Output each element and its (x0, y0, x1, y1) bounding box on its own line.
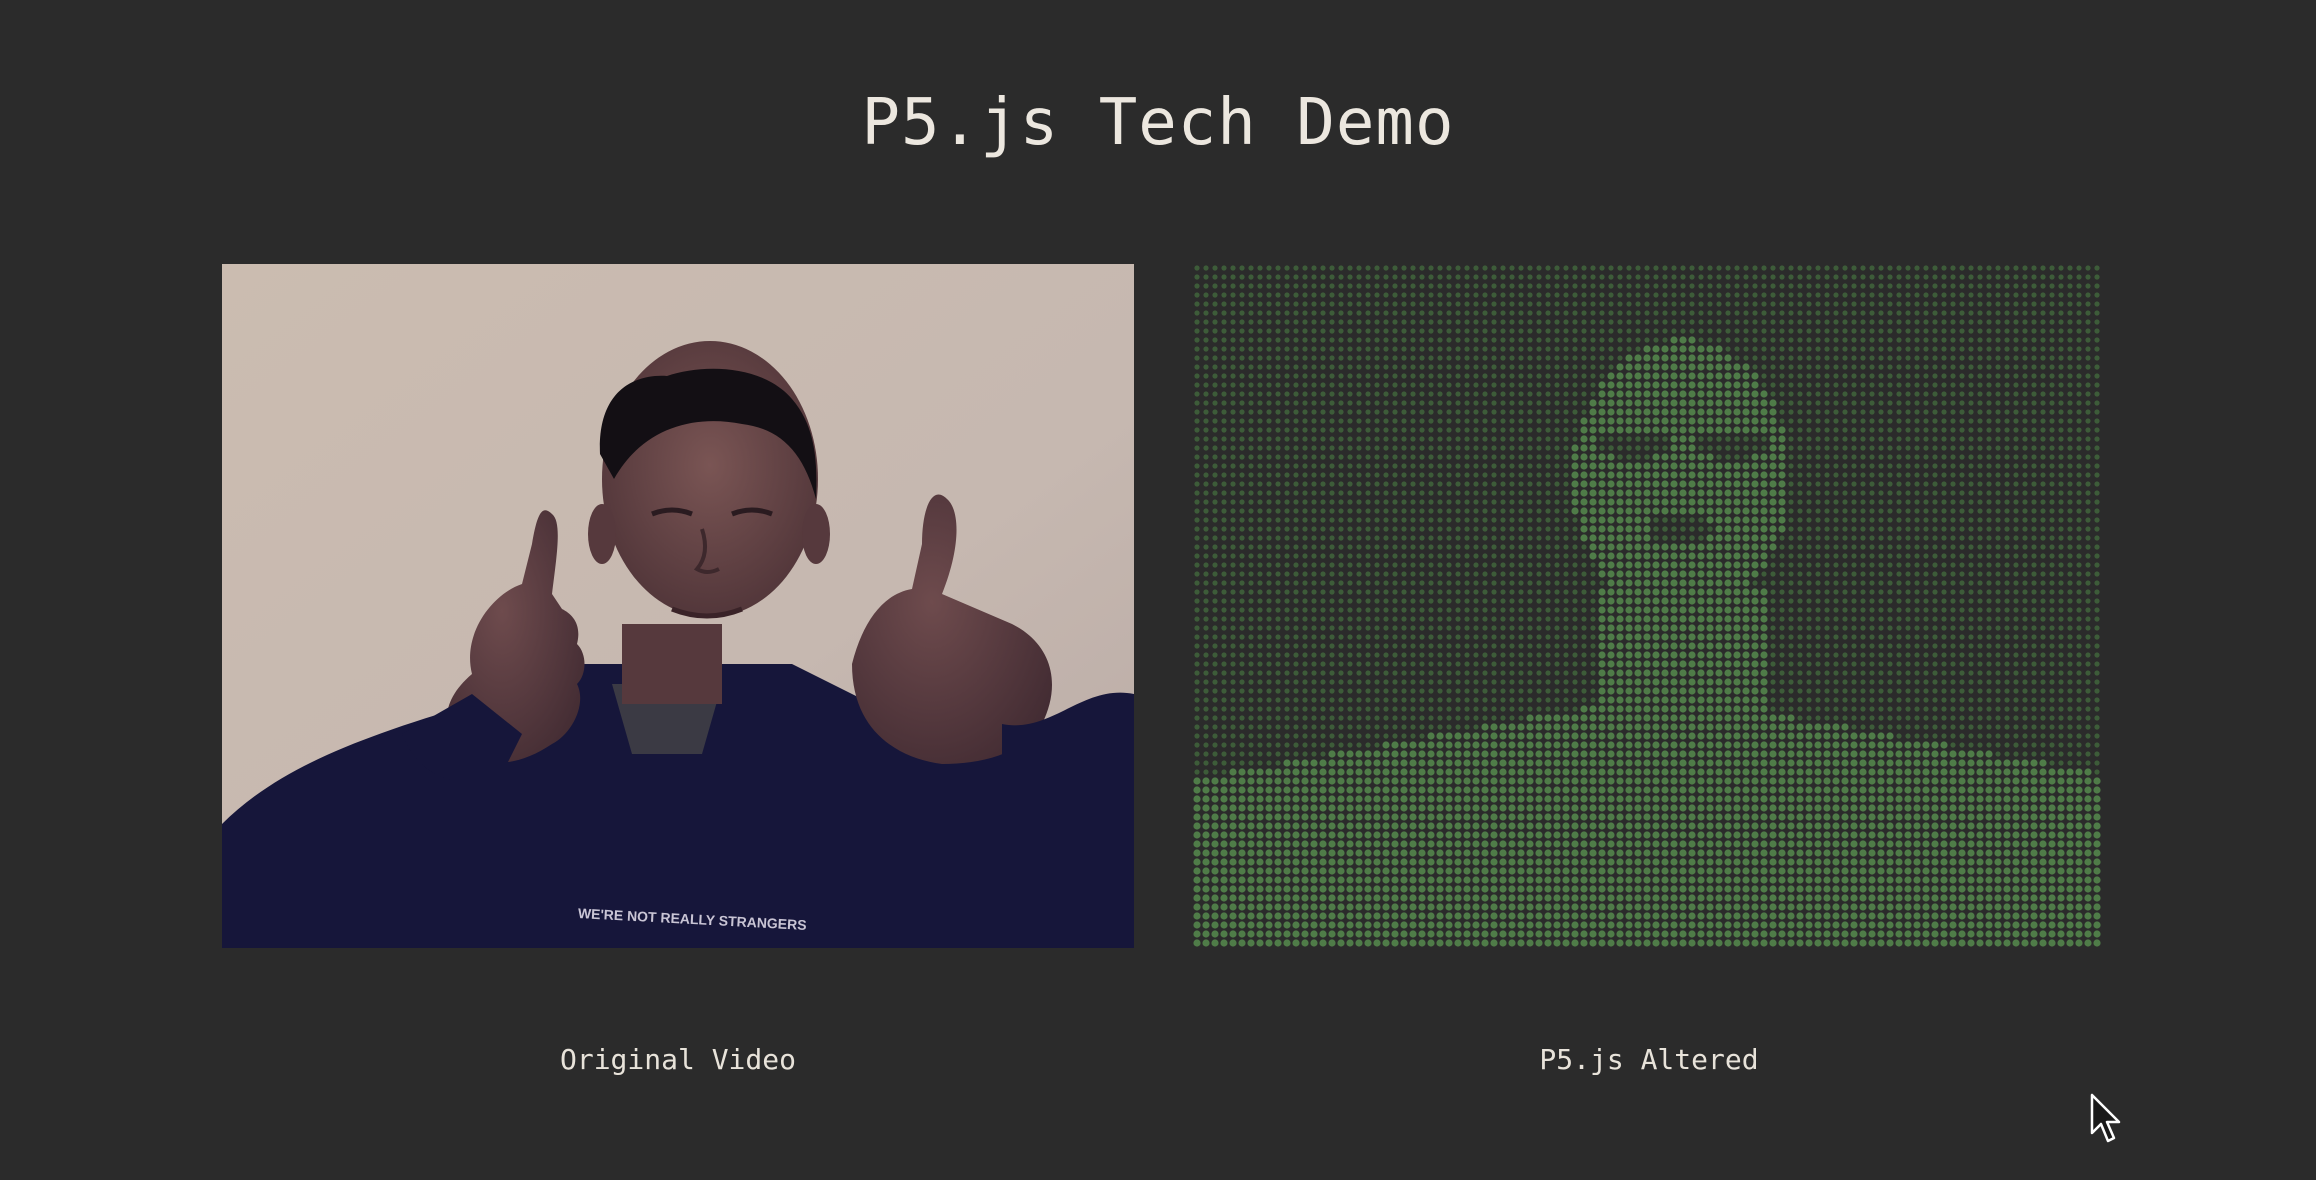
page-title: P5.js Tech Demo (861, 86, 1455, 160)
altered-video-canvas (1193, 264, 2105, 948)
original-video-canvas: WE'RE NOT REALLY STRANGERS (222, 264, 1134, 948)
altered-video-caption: P5.js Altered (1539, 1043, 1759, 1076)
cursor-arrow-icon (2090, 1093, 2122, 1145)
original-video-caption: Original Video (559, 1043, 796, 1076)
